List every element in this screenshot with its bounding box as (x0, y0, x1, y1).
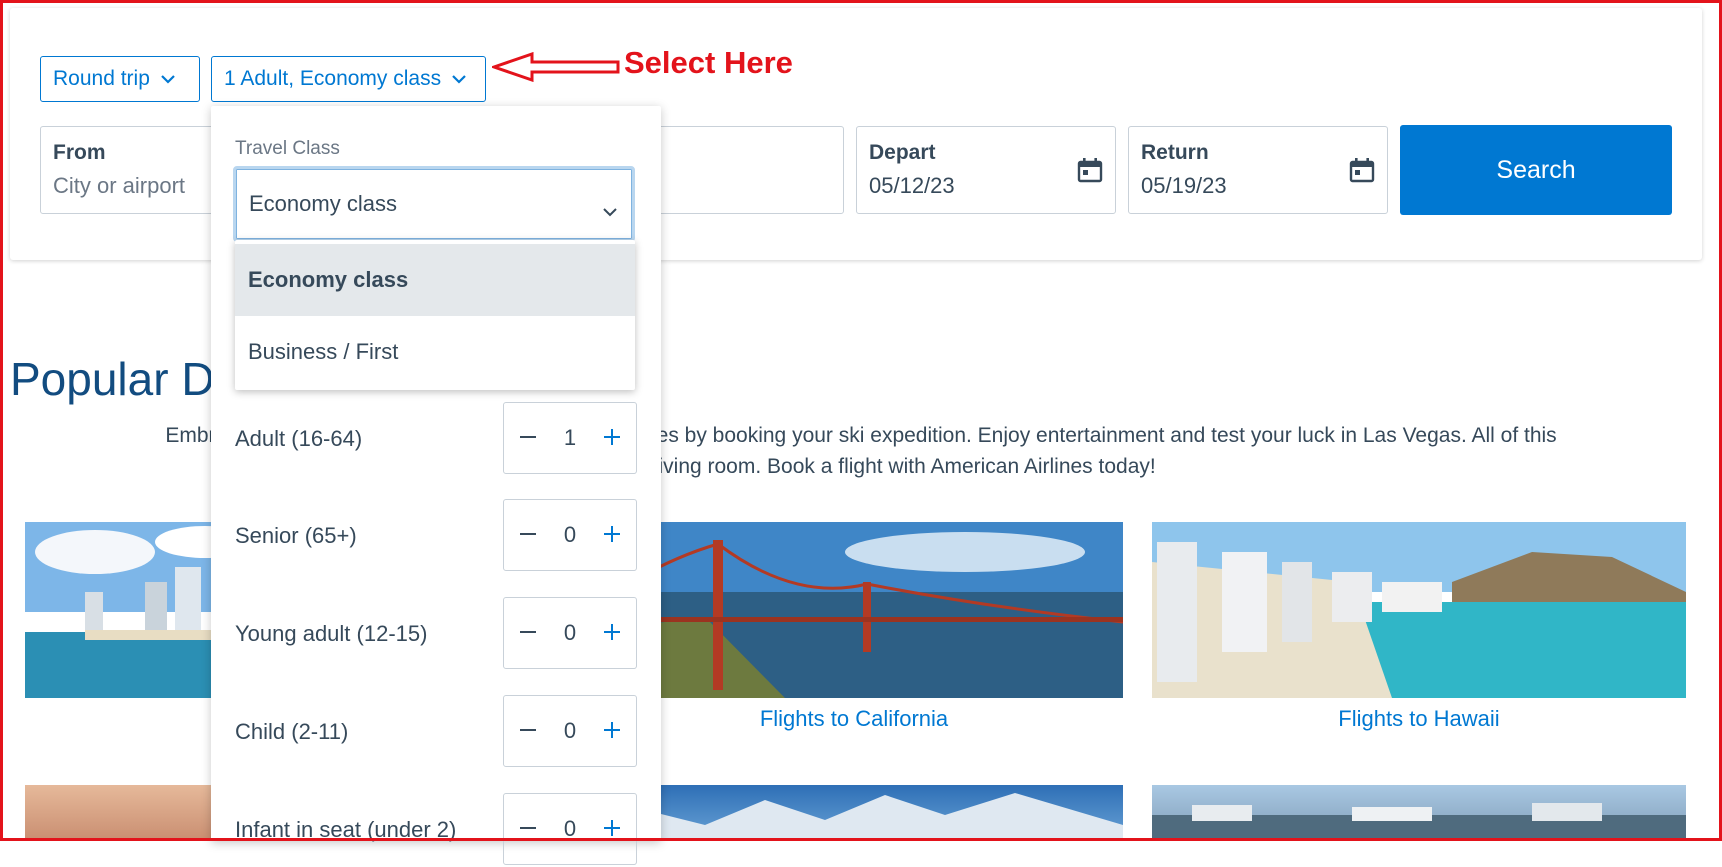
destination-tile[interactable] (1152, 785, 1686, 841)
annotation-arrow-icon (489, 51, 620, 87)
option-business-first[interactable]: Business / First (235, 316, 635, 388)
plus-icon[interactable] (602, 720, 622, 745)
return-label: Return (1141, 141, 1209, 164)
passenger-label: Infant in seat (under 2) (235, 817, 457, 842)
chevron-down-icon (160, 74, 176, 84)
passenger-label: Child (2-11) (235, 719, 349, 744)
quantity-stepper: 0 (503, 597, 637, 669)
plus-icon[interactable] (602, 622, 622, 647)
quantity-stepper: 0 (503, 793, 637, 865)
annotation-text: Select Here (624, 45, 793, 80)
passenger-class-panel: Travel Class Economy class Economy class… (211, 106, 661, 865)
return-date-field[interactable]: Return 05/19/23 (1128, 126, 1388, 214)
travel-class-options: Economy class Business / First (235, 240, 635, 390)
passenger-label: Senior (65+) (235, 523, 357, 548)
depart-date-field[interactable]: Depart 05/12/23 (856, 126, 1116, 214)
destination-caption[interactable]: Flights to Hawaii (1152, 706, 1686, 732)
from-placeholder: City or airport (53, 173, 186, 198)
passengers-class-dropdown[interactable]: 1 Adult, Economy class (211, 56, 486, 102)
travel-class-value: Economy class (249, 191, 397, 216)
option-economy-class[interactable]: Economy class (235, 244, 635, 316)
return-value: 05/19/23 (1141, 173, 1227, 198)
trip-type-dropdown[interactable]: Round trip (40, 56, 200, 102)
passenger-row-young-adult: Young adult (12-15) 0 (235, 597, 637, 671)
destination-image (585, 522, 1123, 698)
depart-value: 05/12/23 (869, 173, 955, 198)
passenger-label: Young adult (12-15) (235, 621, 428, 646)
from-label: From (53, 141, 106, 164)
popular-destinations-title: Popular De (10, 353, 241, 405)
quantity-stepper: 1 (503, 402, 637, 474)
chevron-down-icon (451, 74, 467, 84)
passenger-row-adult: Adult (16-64) 1 (235, 402, 637, 476)
search-button[interactable]: Search (1400, 125, 1672, 215)
destination-caption[interactable]: Flights to California (585, 706, 1123, 732)
passenger-label: Adult (16-64) (235, 426, 363, 451)
plus-icon[interactable] (602, 427, 622, 452)
calendar-icon[interactable] (1349, 157, 1375, 188)
to-field[interactable] (650, 126, 844, 214)
destination-image (1152, 522, 1686, 698)
passenger-row-infant: Infant in seat (under 2) 0 (235, 793, 637, 867)
travel-class-select[interactable]: Economy class (233, 166, 635, 242)
plus-icon[interactable] (602, 524, 622, 549)
quantity-stepper: 0 (503, 499, 637, 571)
passengers-class-label: 1 Adult, Economy class (224, 67, 442, 90)
passenger-row-senior: Senior (65+) 0 (235, 499, 637, 573)
from-field[interactable]: From City or airport (40, 126, 228, 214)
calendar-icon[interactable] (1077, 157, 1103, 188)
chevron-down-icon (602, 197, 618, 223)
destination-tile[interactable] (585, 785, 1123, 841)
quantity-stepper: 0 (503, 695, 637, 767)
travel-class-label: Travel Class (235, 138, 340, 159)
depart-label: Depart (869, 141, 936, 164)
plus-icon[interactable] (602, 818, 622, 843)
passenger-row-child: Child (2-11) 0 (235, 695, 637, 769)
trip-type-label: Round trip (53, 67, 150, 90)
